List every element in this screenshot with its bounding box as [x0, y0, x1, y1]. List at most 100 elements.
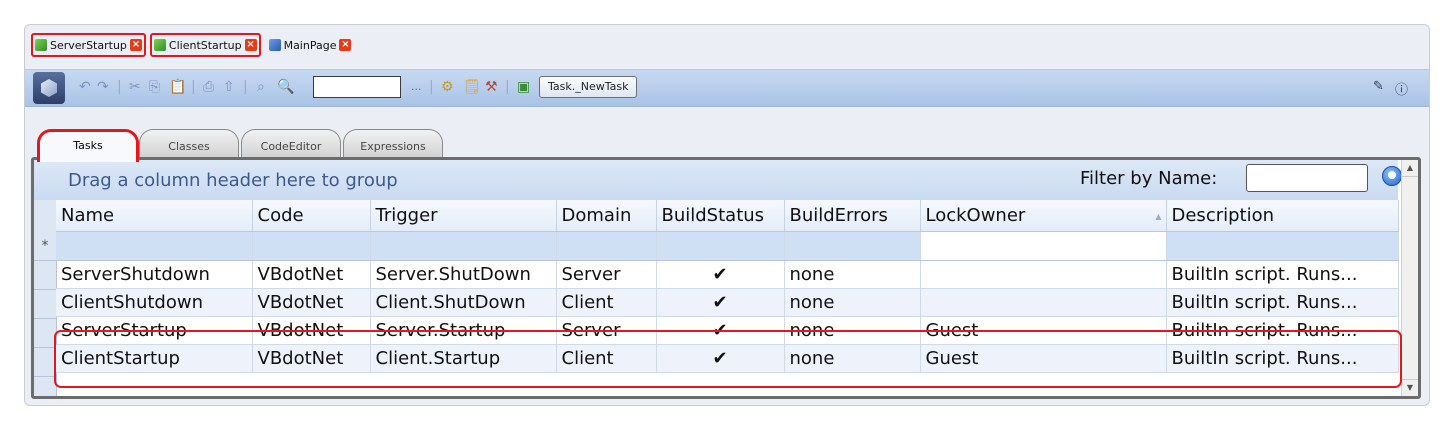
column-header-buildstatus[interactable]: BuildStatus [656, 200, 785, 232]
new-row[interactable] [56, 231, 1399, 261]
cell-name[interactable]: ServerShutdown [56, 260, 253, 289]
table-row[interactable]: ClientShutdown VBdotNet Client.ShutDown … [56, 288, 1399, 317]
row-selector[interactable] [34, 290, 56, 319]
undo-icon[interactable]: ↶ [79, 79, 91, 95]
tab-expressions[interactable]: Expressions [343, 129, 443, 160]
separator: | [191, 79, 196, 95]
row-selector-column: * [34, 200, 57, 396]
group-panel[interactable]: Drag a column header here to group Filte… [34, 160, 1402, 200]
new-row-cell[interactable] [252, 231, 371, 261]
column-header-code[interactable]: Code [252, 200, 371, 232]
search-icon[interactable]: 🔍 [277, 79, 294, 95]
redo-icon[interactable]: ↷ [97, 79, 109, 95]
new-row-cell[interactable] [784, 231, 921, 261]
cell-builderrors[interactable]: none [784, 344, 921, 373]
tab-tasks[interactable]: Tasks [37, 129, 139, 162]
cell-trigger[interactable]: Client.Startup [370, 344, 557, 373]
new-row-cell[interactable] [370, 231, 557, 261]
table-row[interactable]: ClientStartup VBdotNet Client.Startup Cl… [56, 344, 1399, 373]
check-icon: ✔ [656, 344, 785, 373]
task-grid-icon [35, 39, 47, 51]
cell-description[interactable]: BuiltIn script. Runs... [1166, 344, 1399, 373]
column-header-description[interactable]: Description [1166, 200, 1399, 232]
app-logo-icon[interactable] [33, 72, 65, 104]
cell-code[interactable]: VBdotNet [252, 344, 371, 373]
column-header-domain[interactable]: Domain [556, 200, 657, 232]
cell-lockowner[interactable]: Guest [920, 316, 1167, 345]
cell-trigger[interactable]: Client.ShutDown [370, 288, 557, 317]
column-header-builderrors[interactable]: BuildErrors [784, 200, 921, 232]
close-icon[interactable]: × [244, 39, 257, 51]
separator: | [117, 79, 122, 95]
cell-builderrors[interactable]: none [784, 288, 921, 317]
cell-description[interactable]: BuiltIn script. Runs... [1166, 260, 1399, 289]
column-header-trigger[interactable]: Trigger [370, 200, 557, 232]
check-icon: ✔ [656, 260, 785, 289]
vertical-scrollbar[interactable]: ▲ ▼ [1401, 160, 1418, 396]
cell-code[interactable]: VBdotNet [252, 316, 371, 345]
row-selector[interactable] [34, 319, 56, 348]
cell-trigger[interactable]: Server.Startup [370, 316, 557, 345]
cell-code[interactable]: VBdotNet [252, 288, 371, 317]
cell-name[interactable]: ClientShutdown [56, 288, 253, 317]
cell-lockowner[interactable] [920, 260, 1167, 289]
table-row[interactable]: ServerShutdown VBdotNet Server.ShutDown … [56, 260, 1399, 289]
cell-domain[interactable]: Server [556, 316, 657, 345]
doc-tab-serverstartup[interactable]: ServerStartup × [31, 33, 146, 57]
row-selector[interactable] [34, 261, 56, 290]
row-selector[interactable] [34, 348, 56, 377]
copy-icon[interactable]: ⎘ [149, 79, 160, 95]
sort-ascending-icon: ▲ [1155, 212, 1162, 221]
cell-name[interactable]: ClientStartup [56, 344, 253, 373]
close-icon[interactable]: × [339, 39, 352, 51]
column-header-lockowner[interactable]: LockOwner ▲ [920, 200, 1167, 232]
toolbar: ↶ ↷ | ✂ ⎘ 📋 | ⎙ ⇧ | ⌕ 🔍 ... | ⚙ 🗒 ⚒ | ▣ … [25, 69, 1429, 107]
cell-domain[interactable]: Server [556, 260, 657, 289]
new-row-cell[interactable] [920, 231, 1167, 261]
paste-icon[interactable]: 📋 [169, 79, 186, 95]
new-task-button[interactable]: Task._NewTask [539, 76, 638, 98]
note-icon[interactable]: 🗒 [463, 79, 481, 95]
table-row[interactable]: ServerStartup VBdotNet Server.Startup Se… [56, 316, 1399, 345]
group-hint: Drag a column header here to group [68, 170, 398, 191]
doc-tab-clientstartup[interactable]: ClientStartup × [149, 33, 261, 57]
search-input[interactable] [313, 76, 401, 98]
tasks-grid: Drag a column header here to group Filte… [31, 157, 1421, 399]
column-header-name[interactable]: Name [56, 200, 253, 232]
computer-icon [268, 39, 281, 51]
upload-icon[interactable]: ⇧ [223, 79, 235, 95]
tools-icon[interactable]: ⚒ [485, 79, 498, 95]
cell-description[interactable]: BuiltIn script. Runs... [1166, 288, 1399, 317]
cell-description[interactable]: BuiltIn script. Runs... [1166, 316, 1399, 345]
cell-lockowner[interactable] [920, 288, 1167, 317]
edit-icon[interactable]: ✎ [1373, 79, 1384, 94]
cell-domain[interactable]: Client [556, 288, 657, 317]
cut-icon[interactable]: ✂ [129, 79, 141, 95]
new-row-cell[interactable] [656, 231, 785, 261]
tab-classes[interactable]: Classes [139, 129, 239, 160]
new-row-cell[interactable] [56, 231, 253, 261]
doc-tab-label: ClientStartup [168, 38, 242, 52]
settings-icon[interactable]: ⚙ [441, 79, 454, 95]
print-icon[interactable]: ⎙ [203, 79, 214, 95]
new-row-cell[interactable] [556, 231, 657, 261]
cell-builderrors[interactable]: none [784, 260, 921, 289]
cell-trigger[interactable]: Server.ShutDown [370, 260, 557, 289]
browse-button[interactable]: ... [411, 79, 422, 95]
clear-filter-icon[interactable] [1382, 166, 1402, 186]
scroll-up-icon[interactable]: ▲ [1402, 160, 1418, 177]
filter-input[interactable] [1246, 164, 1368, 192]
help-icon[interactable]: ⓘ [1395, 79, 1408, 98]
scroll-down-icon[interactable]: ▼ [1402, 379, 1418, 396]
new-task-icon[interactable]: ▣ [517, 79, 530, 95]
cell-lockowner[interactable]: Guest [920, 344, 1167, 373]
cell-domain[interactable]: Client [556, 344, 657, 373]
doc-tab-mainpage[interactable]: MainPage × [265, 34, 356, 56]
new-row-cell[interactable] [1166, 231, 1399, 261]
zoom-icon[interactable]: ⌕ [257, 79, 265, 95]
cell-name[interactable]: ServerStartup [56, 316, 253, 345]
cell-builderrors[interactable]: none [784, 316, 921, 345]
cell-code[interactable]: VBdotNet [252, 260, 371, 289]
close-icon[interactable]: × [129, 39, 142, 51]
tab-codeeditor[interactable]: CodeEditor [241, 129, 341, 160]
